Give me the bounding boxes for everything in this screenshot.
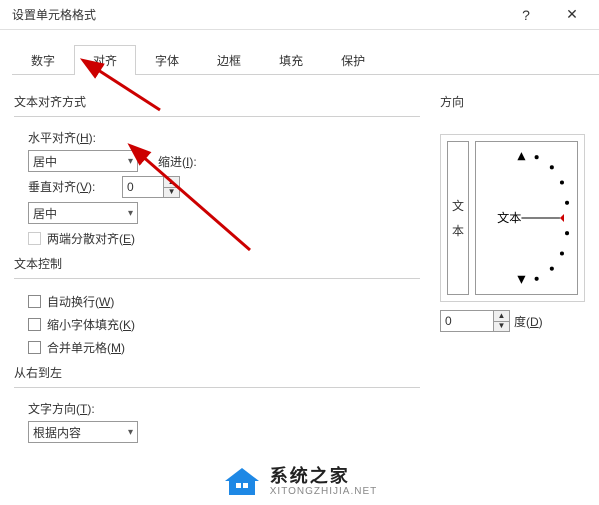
checkbox-box — [28, 318, 41, 331]
house-icon — [222, 465, 262, 499]
section-orientation: 方向 — [440, 93, 585, 110]
watermark: 系统之家 XITONGZHIJIA.NET — [0, 465, 599, 499]
orientation-vertical-button[interactable]: 文 本 — [447, 141, 469, 295]
degrees-input[interactable] — [440, 310, 494, 332]
h-align-value: 居中 — [33, 153, 57, 170]
chevron-down-icon: ▾ — [128, 427, 133, 438]
degrees-spinner[interactable]: ▲▼ — [440, 310, 510, 332]
tab-protection[interactable]: 保护 — [322, 45, 384, 75]
h-align-label: 水平对齐(H): — [28, 131, 96, 145]
tab-fill[interactable]: 填充 — [260, 45, 322, 75]
section-text-control: 文本控制 — [14, 255, 420, 272]
tab-font[interactable]: 字体 — [136, 45, 198, 75]
title-bar: 设置单元格格式 ? ✕ — [0, 0, 599, 30]
text-direction-value: 根据内容 — [33, 424, 81, 441]
merge-cells-label: 合并单元格(M) — [47, 339, 125, 356]
chevron-down-icon: ▾ — [128, 156, 133, 167]
orientation-box: 文 本 文本 — [440, 134, 585, 302]
degrees-label: 度(D) — [514, 313, 543, 330]
h-align-select[interactable]: 居中 ▾ — [28, 150, 138, 172]
text-direction-label: 文字方向(T): — [28, 402, 95, 416]
v-align-select[interactable]: 居中 ▾ — [28, 202, 138, 224]
v-align-value: 居中 — [33, 205, 57, 222]
text-direction-select[interactable]: 根据内容 ▾ — [28, 421, 138, 443]
tab-bar: 数字 对齐 字体 边框 填充 保护 — [12, 44, 599, 75]
window-title: 设置单元格格式 — [4, 6, 503, 23]
orientation-dial[interactable]: 文本 — [475, 141, 578, 295]
tab-alignment[interactable]: 对齐 — [74, 45, 136, 75]
indent-up[interactable]: ▲ — [164, 177, 179, 188]
section-rtl: 从右到左 — [14, 364, 420, 381]
close-button[interactable]: ✕ — [549, 0, 595, 30]
shrink-to-fit-checkbox[interactable]: 缩小字体填充(K) — [28, 316, 420, 333]
help-button[interactable]: ? — [503, 0, 549, 30]
indent-label: 缩进(I): — [158, 153, 197, 170]
merge-cells-checkbox[interactable]: 合并单元格(M) — [28, 339, 420, 356]
checkbox-box — [28, 341, 41, 354]
v-align-label: 垂直对齐(V): — [28, 180, 95, 194]
justify-distributed-label: 两端分散对齐(E) — [47, 230, 135, 247]
wrap-text-label: 自动换行(W) — [47, 293, 114, 310]
wrap-text-checkbox[interactable]: 自动换行(W) — [28, 293, 420, 310]
checkbox-box — [28, 232, 41, 245]
checkbox-box — [28, 295, 41, 308]
degrees-down[interactable]: ▼ — [494, 322, 509, 332]
chevron-down-icon: ▾ — [128, 208, 133, 219]
indent-down[interactable]: ▼ — [164, 188, 179, 198]
indent-spinner[interactable]: ▲▼ — [122, 176, 180, 198]
orientation-dial-text: 文本 — [497, 210, 521, 225]
shrink-to-fit-label: 缩小字体填充(K) — [47, 316, 135, 333]
section-text-alignment: 文本对齐方式 — [14, 93, 420, 110]
indent-input[interactable] — [122, 176, 164, 198]
tab-number[interactable]: 数字 — [12, 45, 74, 75]
justify-distributed-checkbox: 两端分散对齐(E) — [28, 230, 420, 247]
tab-border[interactable]: 边框 — [198, 45, 260, 75]
degrees-up[interactable]: ▲ — [494, 311, 509, 322]
